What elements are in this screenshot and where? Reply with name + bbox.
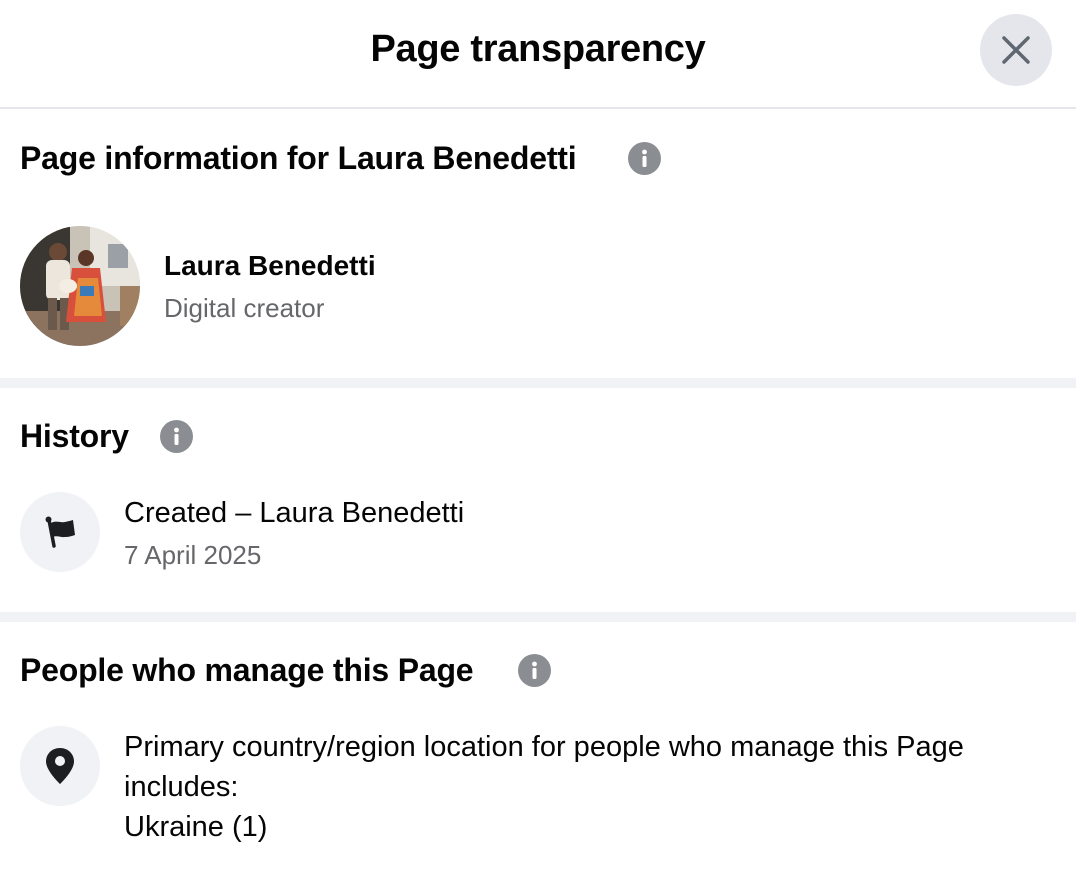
avatar-photo (20, 226, 140, 346)
avatar[interactable] (20, 226, 140, 346)
page-name[interactable]: Laura Benedetti (164, 250, 376, 282)
info-glyph (174, 427, 179, 445)
info-icon[interactable] (160, 420, 193, 453)
info-glyph (532, 661, 537, 679)
history-event-text: Created – Laura Benedetti (124, 497, 465, 529)
dialog-title: Page transparency (370, 28, 706, 70)
info-glyph (642, 149, 647, 167)
page-info-heading: Page information for Laura Benedetti (20, 140, 577, 176)
dialog-header: Page transparency (0, 0, 1076, 109)
history-event: Created – Laura Benedetti (124, 497, 464, 530)
page-category: Digital creator (164, 293, 325, 323)
flag-icon (45, 516, 75, 548)
history-icon-container (20, 492, 100, 572)
history-heading: History (20, 418, 129, 454)
close-icon (1002, 36, 1030, 64)
section-divider (0, 378, 1076, 388)
managers-location-line1: Primary country/region location for peop… (124, 731, 964, 763)
location-icon-container (20, 726, 100, 806)
section-divider (0, 612, 1076, 622)
managers-heading: People who manage this Page (20, 652, 474, 688)
history-date: 7 April 2025 (124, 540, 262, 570)
info-icon[interactable] (628, 142, 661, 175)
close-button[interactable] (980, 14, 1052, 86)
managers-country: Ukraine (1) (124, 811, 268, 843)
managers-location-line2: includes: (124, 771, 239, 803)
info-icon[interactable] (518, 654, 551, 687)
location-pin-icon (46, 748, 74, 784)
